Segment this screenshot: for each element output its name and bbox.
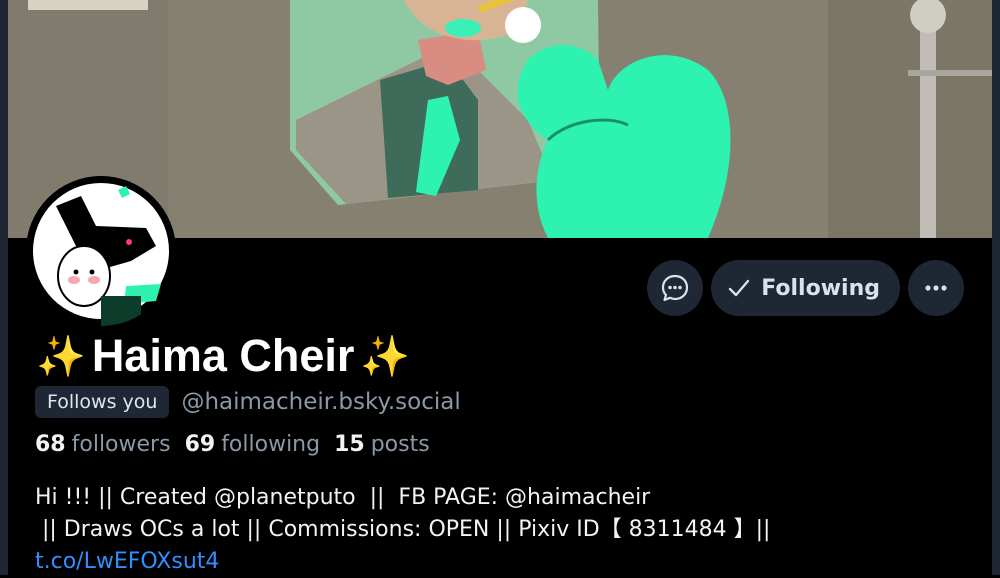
posts-label: posts xyxy=(370,432,430,457)
sparkle-emoji-left: ✨ xyxy=(36,334,86,379)
checkmark-icon xyxy=(729,279,750,297)
profile-stats: 68 followers 69 following 15 posts xyxy=(35,432,430,457)
followers-stat[interactable]: 68 followers xyxy=(35,432,171,457)
bio-link[interactable]: t.co/LwEFOXsut4 xyxy=(35,546,770,578)
following-label: following xyxy=(221,432,321,457)
chat-bubble-icon xyxy=(662,274,689,302)
followers-label: followers xyxy=(71,432,171,457)
ellipsis-icon xyxy=(925,285,947,291)
following-count: 69 xyxy=(184,432,216,457)
message-button[interactable] xyxy=(647,260,704,316)
following-stat[interactable]: 69 following xyxy=(185,432,321,457)
more-options-button[interactable] xyxy=(908,260,964,316)
sparkle-emoji-right: ✨ xyxy=(360,334,411,379)
followers-count: 68 xyxy=(35,432,66,457)
bio-line-1: Hi !!! || Created @planetputo || FB PAGE… xyxy=(35,485,651,510)
right-border xyxy=(992,0,1000,575)
follows-you-badge: Follows you xyxy=(35,386,170,418)
bio-line-2: || Draws OCs a lot || Commissions: OPEN … xyxy=(35,517,771,542)
profile-actions: Following xyxy=(647,260,964,316)
avatar-image xyxy=(26,176,176,326)
handle-row: Follows you @haimacheir.bsky.social xyxy=(35,386,461,418)
display-name-text: Haima Cheir xyxy=(91,330,355,381)
posts-stat: 15 posts xyxy=(334,432,430,457)
following-button-label: Following xyxy=(761,275,880,301)
left-border xyxy=(0,0,8,575)
profile-bio: Hi !!! || Created @planetputo || FB PAGE… xyxy=(35,482,770,578)
profile-page: Following ✨ Haima Cheir ✨ Follows you @h… xyxy=(0,0,1000,575)
profile-avatar[interactable] xyxy=(26,176,176,326)
following-button[interactable]: Following xyxy=(711,260,900,316)
posts-count: 15 xyxy=(334,432,365,457)
display-name: ✨ Haima Cheir ✨ xyxy=(36,330,410,382)
profile-handle: @haimacheir.bsky.social xyxy=(181,389,461,415)
